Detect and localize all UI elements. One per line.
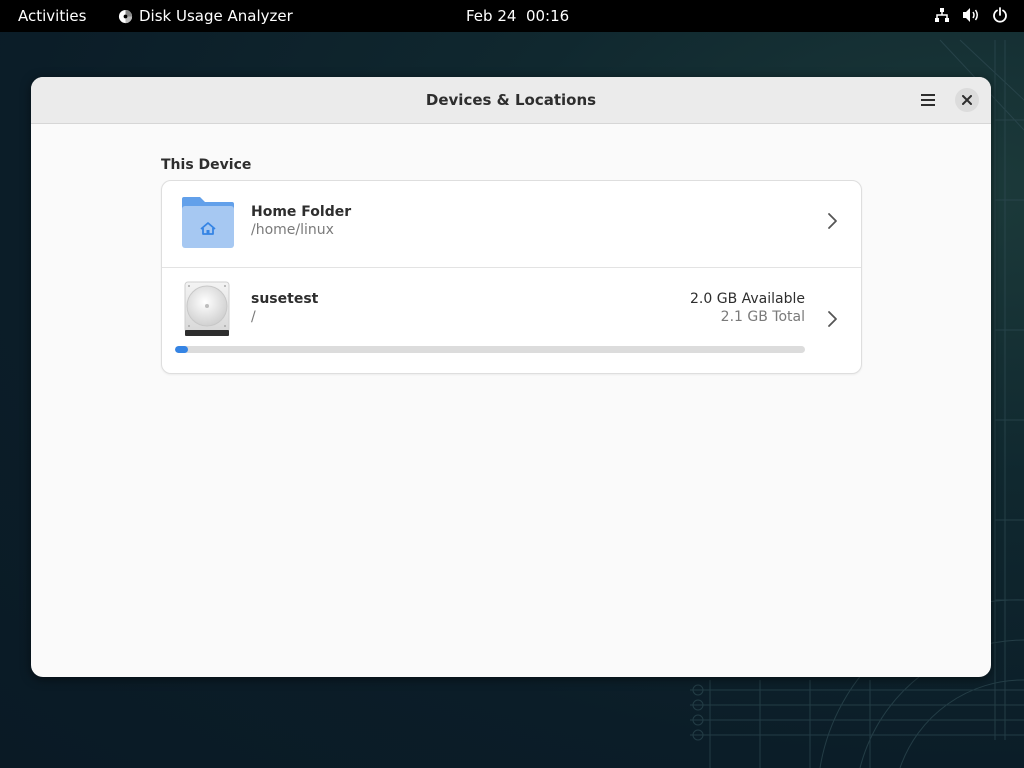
devices-and-locations-window: Devices & Locations This Device Home Fol… [31,77,991,677]
chevron-right-icon [828,213,837,229]
location-path: /home/linux [251,222,334,238]
available-space: 2.0 GB Available [690,291,805,307]
disk-usage-analyzer-icon [118,9,133,23]
power-icon[interactable] [992,7,1008,23]
disk-usage-fill [175,346,188,353]
hamburger-menu-icon [921,94,935,106]
section-label-this-device: This Device [161,157,252,173]
location-name: Home Folder [251,204,352,220]
total-space: 2.1 GB Total [720,309,805,325]
volume-icon[interactable] [962,7,980,23]
close-icon [962,95,972,105]
location-name: susetest [251,291,319,307]
close-button[interactable] [955,88,979,112]
chevron-right-icon [828,311,837,327]
location-row-home-folder[interactable]: Home Folder /home/linux [162,181,861,268]
header-bar: Devices & Locations [31,77,991,124]
clock[interactable]: Feb 24 00:16 [466,7,569,25]
main-menu-button[interactable] [915,87,941,113]
hard-disk-icon [184,281,230,336]
system-tray[interactable] [934,7,1008,23]
window-title: Devices & Locations [425,91,597,109]
activities-button[interactable]: Activities [18,7,86,25]
app-name: Disk Usage Analyzer [139,7,293,25]
home-folder-icon [182,197,234,248]
location-row-susetest[interactable]: susetest / 2.0 GB Available 2.1 GB Total [162,268,861,373]
top-bar: Activities Disk Usage Analyzer Feb 24 00… [0,0,1024,32]
disk-usage-bar [175,346,805,353]
location-path: / [251,309,256,325]
locations-list: Home Folder /home/linux susetest / 2.0 G… [161,180,862,374]
app-menu-button[interactable]: Disk Usage Analyzer [118,7,293,25]
network-icon[interactable] [934,7,950,23]
